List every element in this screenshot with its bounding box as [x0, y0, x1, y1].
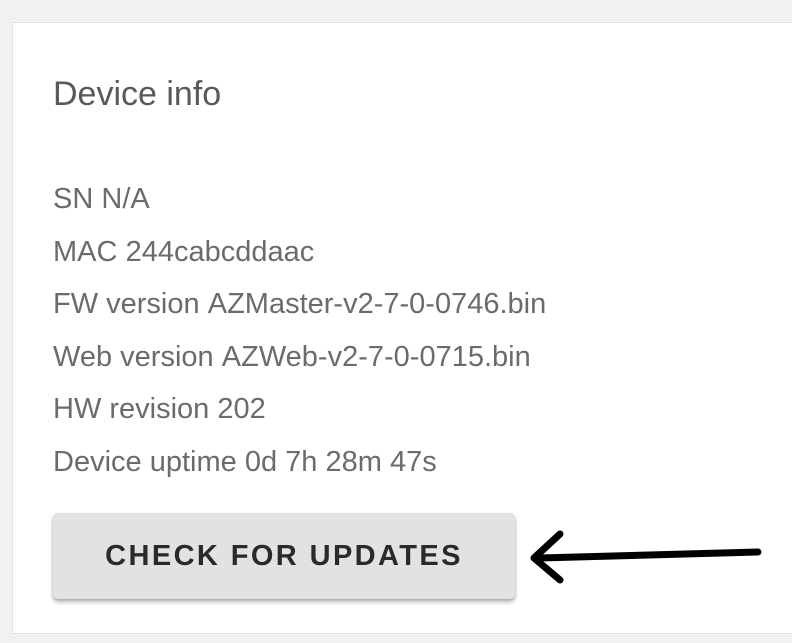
info-label: Web version: [53, 340, 214, 373]
info-value: AZWeb-v2-7-0-0715.bin: [221, 340, 531, 373]
device-info-list: SN N/A MAC 244cabcddaac FW version AZMaster…: [53, 173, 546, 489]
info-row-fw-version: FW version AZMaster-v2-7-0-0746.bin: [53, 278, 546, 331]
info-row-device-uptime: Device uptime 0d 7h 28m 47s: [53, 436, 546, 489]
info-row-web-version: Web version AZWeb-v2-7-0-0715.bin: [53, 331, 546, 384]
info-value: 0d 7h 28m 47s: [244, 445, 437, 478]
card-title: Device info: [53, 75, 222, 113]
arrow-left-icon: [530, 530, 762, 584]
info-value: 202: [217, 393, 266, 426]
info-label: HW revision: [53, 393, 210, 426]
info-label: FW version: [53, 288, 200, 321]
info-label: SN: [53, 183, 94, 215]
info-row-sn: SN N/A: [53, 173, 546, 226]
info-value: N/A: [101, 183, 150, 215]
info-value: 244cabcddaac: [125, 235, 315, 268]
info-row-mac: MAC 244cabcddaac: [53, 226, 546, 279]
info-row-hw-revision: HW revision 202: [53, 383, 546, 436]
check-for-updates-button[interactable]: CHECK FOR UPDATES: [53, 513, 515, 599]
info-label: MAC: [53, 235, 118, 268]
info-label: Device uptime: [53, 445, 237, 478]
info-value: AZMaster-v2-7-0-0746.bin: [207, 288, 547, 321]
